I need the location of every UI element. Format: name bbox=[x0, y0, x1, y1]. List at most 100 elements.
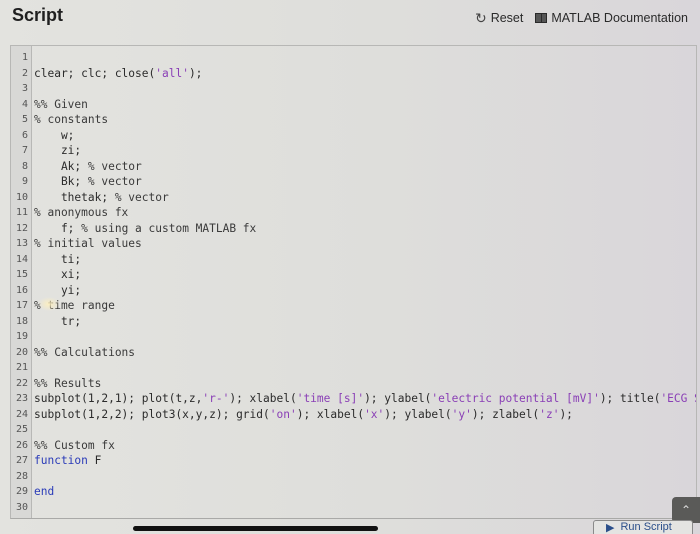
code-line[interactable]: 1 bbox=[11, 50, 696, 66]
code-line[interactable]: 7 zi; bbox=[11, 143, 696, 159]
code-line[interactable]: 24 subplot(1,2,2); plot3(x,y,z); grid('on… bbox=[11, 407, 696, 423]
code-comment: % constants bbox=[34, 113, 109, 127]
page-title: Script bbox=[12, 5, 64, 25]
code-line[interactable]: 10 thetak; % vector bbox=[11, 190, 696, 206]
reset-label: Reset bbox=[490, 11, 524, 25]
code-line[interactable]: 11% anonymous fx bbox=[11, 205, 696, 221]
line-code: Ak; % vector bbox=[31, 160, 142, 173]
book-icon bbox=[535, 13, 548, 23]
code-line[interactable]: 21 bbox=[11, 360, 696, 376]
string-literal: 'x' bbox=[364, 407, 385, 421]
code-line[interactable]: 27 function F bbox=[11, 453, 696, 469]
code-line[interactable]: 15 xi; bbox=[11, 267, 696, 283]
code-token: Bk; bbox=[34, 175, 88, 189]
line-code: %% Results bbox=[31, 377, 101, 390]
code-comment: % vector bbox=[87, 175, 142, 189]
line-number: 14 bbox=[15, 253, 28, 265]
line-number: 19 bbox=[15, 331, 28, 343]
code-token: ); zlabel( bbox=[471, 407, 540, 421]
code-line[interactable]: 23 subplot(1,2,1); plot(t,z,'r-'); xlabel… bbox=[11, 391, 696, 407]
line-number: 23 bbox=[15, 393, 28, 405]
string-literal: 'electric potential [mV]' bbox=[431, 392, 600, 406]
string-literal: 'z' bbox=[539, 407, 560, 421]
chevron-up-icon: ⌃ bbox=[680, 503, 692, 517]
line-code: function F bbox=[31, 454, 101, 467]
code-token: ); xlabel( bbox=[296, 407, 365, 421]
code-token: ); ylabel( bbox=[364, 392, 432, 406]
code-line[interactable]: 9 Bk; % vector bbox=[11, 174, 696, 190]
line-code: ti; bbox=[31, 253, 81, 266]
code-token: clear; clc; close( bbox=[34, 66, 156, 80]
code-line[interactable]: 18 tr; bbox=[11, 314, 696, 330]
line-number: 15 bbox=[15, 269, 28, 281]
home-indicator bbox=[133, 526, 378, 531]
refresh-icon: ↻ bbox=[474, 10, 487, 26]
code-line[interactable]: 3 bbox=[11, 81, 696, 97]
line-number: 4 bbox=[21, 98, 28, 110]
line-code: %% Custom fx bbox=[31, 439, 115, 452]
code-line[interactable]: 13% initial values bbox=[11, 236, 696, 252]
code-line[interactable]: 29 end bbox=[11, 484, 696, 500]
line-code: end bbox=[31, 485, 54, 498]
code-line[interactable]: 17 % time range bbox=[11, 298, 696, 314]
code-comment: %% Custom fx bbox=[34, 438, 115, 452]
line-number: 6 bbox=[21, 129, 28, 141]
code-line[interactable]: 6 w; bbox=[11, 128, 696, 144]
code-token: ); title( bbox=[599, 392, 661, 406]
line-number: 3 bbox=[21, 83, 28, 95]
code-line[interactable]: 25 bbox=[11, 422, 696, 438]
line-code: clear; clc; close('all'); bbox=[31, 67, 202, 80]
matlab-documentation-link[interactable]: MATLAB Documentation bbox=[535, 11, 688, 25]
code-line[interactable]: 28 bbox=[11, 469, 696, 485]
line-number: 30 bbox=[15, 501, 28, 513]
line-number: 28 bbox=[15, 470, 28, 482]
line-number: 22 bbox=[15, 377, 28, 389]
line-code: tr; bbox=[31, 315, 81, 328]
line-code: zi; bbox=[31, 144, 81, 157]
code-line[interactable]: 5% constants bbox=[11, 112, 696, 128]
line-number: 18 bbox=[15, 315, 28, 327]
play-icon: ▶ bbox=[606, 522, 615, 534]
line-number: 10 bbox=[15, 191, 28, 203]
line-number: 26 bbox=[15, 439, 28, 451]
code-line[interactable]: 8 Ak; % vector bbox=[11, 159, 696, 175]
code-line[interactable]: 4%% Given bbox=[11, 97, 696, 113]
code-token: yi; bbox=[34, 283, 82, 297]
code-token: ); xlabel( bbox=[229, 392, 297, 406]
code-editor[interactable]: 1 2 clear; clc; close('all'); 3 4%% Given 5% … bbox=[10, 45, 697, 519]
code-line[interactable]: 16 yi; bbox=[11, 283, 696, 299]
line-number: 27 bbox=[15, 455, 28, 467]
code-line[interactable]: 26%% Custom fx bbox=[11, 438, 696, 454]
line-code: % initial values bbox=[31, 237, 142, 250]
code-token: tr; bbox=[34, 314, 82, 328]
code-comment: % vector bbox=[114, 190, 169, 204]
line-number: 16 bbox=[15, 284, 28, 296]
line-number: 25 bbox=[15, 424, 28, 436]
code-line[interactable]: 20%% Calculations bbox=[11, 345, 696, 361]
code-line[interactable]: 30 bbox=[11, 500, 696, 516]
string-literal: 'time [s]' bbox=[296, 392, 365, 406]
code-line[interactable]: 22%% Results bbox=[11, 376, 696, 392]
line-number: 17 bbox=[15, 300, 28, 312]
line-number: 21 bbox=[15, 362, 28, 374]
code-token: ); bbox=[559, 407, 573, 421]
script-header: Script ↻ Reset MATLAB Documentation bbox=[0, 0, 700, 36]
code-comment: % initial values bbox=[34, 237, 142, 251]
line-number: 9 bbox=[21, 176, 28, 188]
header-actions: ↻ Reset MATLAB Documentation bbox=[475, 11, 688, 25]
line-code: subplot(1,2,1); plot(t,z,'r-'); xlabel('… bbox=[31, 392, 696, 406]
reset-button[interactable]: ↻ Reset bbox=[475, 11, 523, 25]
code-comment: %% Results bbox=[34, 376, 102, 390]
run-script-button[interactable]: ▶ Run Script bbox=[593, 520, 693, 534]
code-token: f; bbox=[34, 221, 82, 235]
code-comment: % time range bbox=[34, 299, 115, 313]
run-script-label: Run Script bbox=[620, 521, 672, 533]
code-line[interactable]: 12 f; % using a custom MATLAB fx bbox=[11, 221, 696, 237]
code-line[interactable]: 14 ti; bbox=[11, 252, 696, 268]
code-line[interactable]: 2 clear; clc; close('all'); bbox=[11, 66, 696, 82]
code-token: F bbox=[87, 454, 102, 468]
line-code: %% Given bbox=[31, 98, 88, 111]
code-line[interactable]: 19 bbox=[11, 329, 696, 345]
code-token: xi; bbox=[34, 268, 82, 282]
line-code: % constants bbox=[31, 113, 108, 126]
